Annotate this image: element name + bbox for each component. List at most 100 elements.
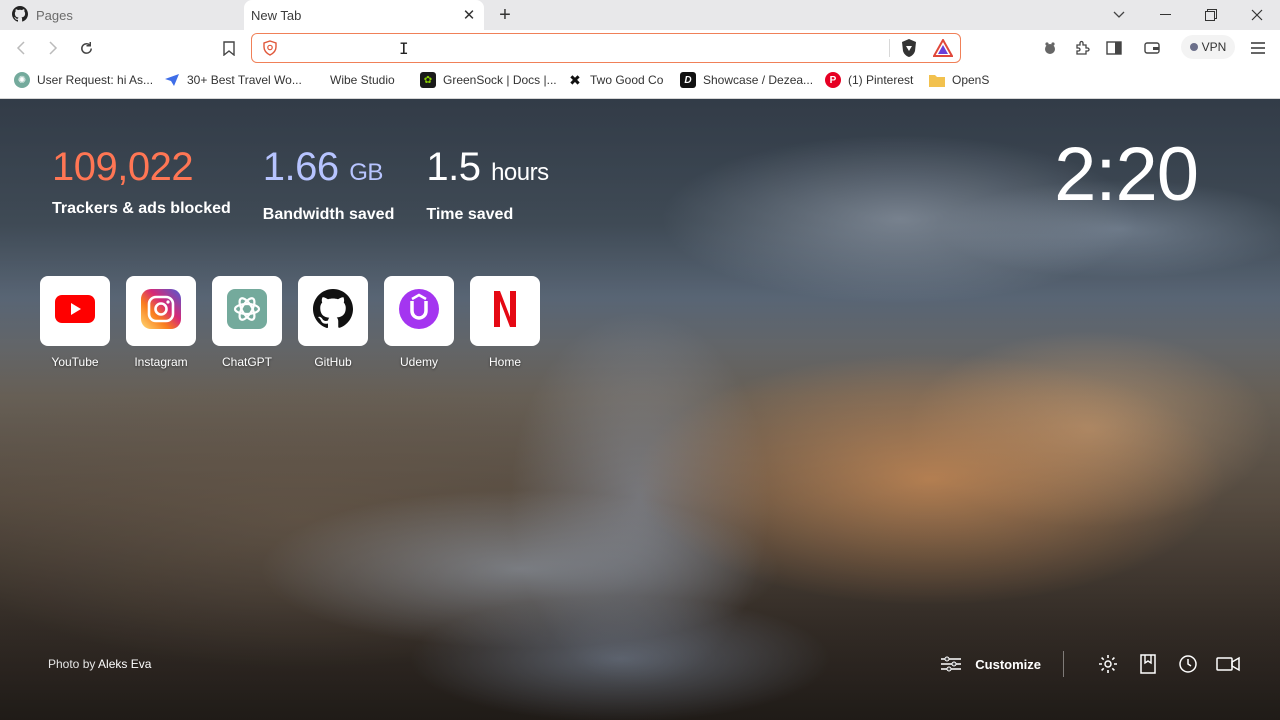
blank-page-icon: [316, 72, 322, 88]
address-bar[interactable]: I: [251, 33, 961, 63]
sidebar-toggle-icon[interactable]: [1103, 37, 1125, 59]
close-window-button[interactable]: [1234, 0, 1280, 30]
top-site-label: ChatGPT: [221, 355, 272, 369]
history-icon[interactable]: [1176, 652, 1200, 676]
bookmarks-icon[interactable]: [1136, 652, 1160, 676]
bookmark-item[interactable]: 30+ Best Travel Wo...: [164, 70, 302, 90]
browser-chrome: Pages New Tab ✕ + I VPN ✺ User Request: …: [0, 0, 1280, 99]
extensions-puzzle-icon[interactable]: [1071, 37, 1093, 59]
tab-title: New Tab: [251, 7, 302, 23]
clock: 2:20: [1054, 132, 1199, 217]
bookmark-label: GreenSock | Docs |...: [443, 73, 557, 87]
bottom-toolbar: Customize: [941, 651, 1240, 677]
greensock-icon: ✿: [420, 72, 436, 88]
restore-button[interactable]: [1188, 0, 1234, 30]
stat-trackers: 109,022 Trackers & ads blocked: [52, 143, 231, 224]
bookmark-item[interactable]: D Showcase / Dezea...: [680, 70, 813, 90]
brave-shields-icon[interactable]: [900, 38, 918, 63]
netflix-icon: [492, 289, 518, 334]
leo-ai-icon[interactable]: [1039, 37, 1061, 59]
reload-button[interactable]: [75, 37, 97, 59]
dezeen-icon: D: [680, 72, 696, 88]
bookmark-folder[interactable]: OpenS: [929, 70, 989, 90]
rewards-triangle-icon[interactable]: [932, 37, 954, 62]
stat-bandwidth: 1.66 GB Bandwidth saved: [263, 143, 395, 224]
bookmark-label: User Request: hi As...: [37, 73, 154, 87]
github-icon: [12, 5, 28, 25]
top-site-home[interactable]: Home: [470, 276, 540, 369]
top-sites: YouTube Instagram ChatGPT GitHub Udemy H…: [40, 276, 556, 369]
top-site-label: Udemy: [399, 355, 438, 369]
time-value: 1.5: [426, 145, 481, 189]
time-unit: hours: [491, 159, 549, 186]
vpn-label: VPN: [1201, 40, 1227, 54]
bandwidth-unit: GB: [349, 159, 383, 186]
bookmarks-bar: ✺ User Request: hi As... 30+ Best Travel…: [0, 66, 1280, 93]
address-input[interactable]: [286, 38, 876, 58]
tab-title: Pages: [36, 7, 73, 23]
top-site-chatgpt[interactable]: ChatGPT: [212, 276, 282, 369]
pinterest-icon: P: [825, 72, 841, 88]
top-site-label: YouTube: [51, 355, 99, 369]
photo-credit-author: Aleks Eva: [98, 657, 152, 671]
photo-credit[interactable]: Photo by Aleks Eva: [48, 657, 151, 671]
youtube-icon: [55, 294, 95, 328]
tab-pages[interactable]: Pages: [0, 0, 244, 30]
wallet-icon[interactable]: [1141, 37, 1163, 59]
bookmark-label: Wibe Studio: [330, 73, 395, 87]
tab-new-tab[interactable]: New Tab ✕: [244, 0, 484, 30]
top-site-github[interactable]: GitHub: [298, 276, 368, 369]
settings-gear-icon[interactable]: [1096, 652, 1120, 676]
bookmark-button[interactable]: [218, 37, 240, 59]
instagram-icon: [141, 288, 181, 334]
bookmark-item[interactable]: ✿ GreenSock | Docs |...: [420, 70, 557, 90]
new-tab-button[interactable]: +: [494, 4, 516, 26]
close-icon[interactable]: ✕: [460, 6, 478, 24]
text-cursor-icon: I: [399, 39, 409, 58]
top-site-youtube[interactable]: YouTube: [40, 276, 110, 369]
customize-button[interactable]: Customize: [941, 656, 1041, 672]
top-site-label: Home: [488, 355, 521, 369]
udemy-icon: [399, 288, 439, 334]
vpn-status-dot: [1189, 43, 1198, 51]
top-site-label: GitHub: [314, 355, 352, 369]
paper-plane-icon: [164, 72, 180, 88]
stat-time: 1.5 hours Time saved: [426, 143, 549, 224]
divider: [1063, 651, 1064, 677]
chatgpt-icon: [227, 288, 267, 334]
new-tab-background: 109,022 Trackers & ads blocked 1.66 GB B…: [0, 99, 1280, 720]
back-button[interactable]: [10, 37, 32, 59]
bookmark-item[interactable]: ✺ User Request: hi As...: [14, 70, 153, 90]
top-site-instagram[interactable]: Instagram: [126, 276, 196, 369]
bookmark-item[interactable]: Wibe Studio: [316, 70, 395, 90]
talk-video-icon[interactable]: [1216, 652, 1240, 676]
bookmark-item[interactable]: ✖ Two Good Co: [567, 70, 663, 90]
sliders-icon: [941, 656, 962, 672]
toolbar: I VPN: [0, 30, 1280, 66]
top-site-label: Instagram: [134, 355, 188, 369]
chatgpt-icon: ✺: [14, 72, 30, 88]
bookmark-label: 30+ Best Travel Wo...: [187, 73, 302, 87]
customize-label: Customize: [975, 656, 1041, 672]
vpn-button[interactable]: VPN: [1181, 35, 1235, 59]
bookmark-label: (1) Pinterest: [848, 73, 914, 87]
trackers-label: Trackers & ads blocked: [52, 200, 231, 217]
forward-button[interactable]: [42, 37, 64, 59]
tab-strip: Pages New Tab ✕ +: [0, 0, 1280, 30]
bookmark-item[interactable]: P (1) Pinterest: [825, 70, 913, 90]
photo-credit-prefix: Photo by: [48, 657, 96, 671]
divider: [889, 39, 890, 57]
chevron-down-icon[interactable]: [1096, 0, 1142, 30]
search-shield-icon: [262, 40, 278, 61]
brave-stats: 109,022 Trackers & ads blocked 1.66 GB B…: [52, 143, 581, 224]
minimize-button[interactable]: [1142, 0, 1188, 30]
menu-hamburger-icon[interactable]: [1247, 37, 1269, 59]
bandwidth-label: Bandwidth saved: [262, 206, 395, 223]
top-site-udemy[interactable]: Udemy: [384, 276, 454, 369]
bookmark-label: Showcase / Dezea...: [703, 73, 814, 87]
bookmark-label: Two Good Co: [590, 73, 664, 87]
bookmark-label: OpenS: [952, 73, 990, 87]
trackers-count: 109,022: [52, 145, 194, 189]
github-icon: [313, 288, 353, 334]
bandwidth-value: 1.66: [262, 145, 339, 189]
